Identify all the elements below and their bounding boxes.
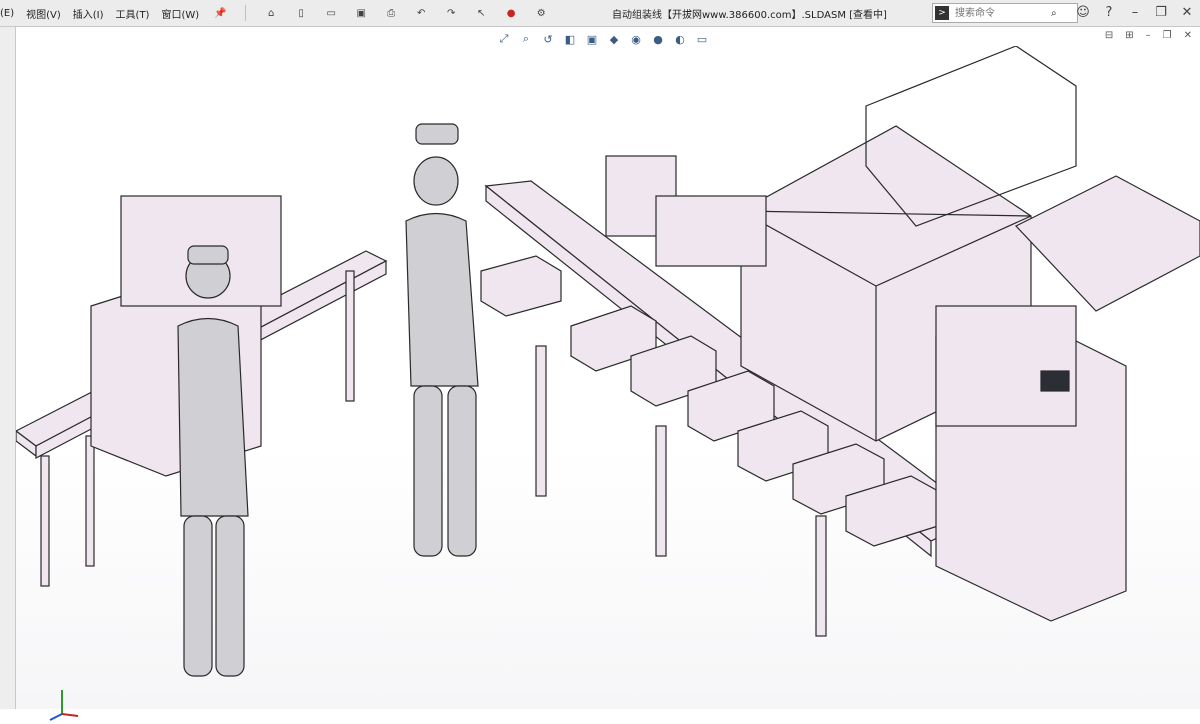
toolbar-separator — [245, 5, 247, 21]
save-icon[interactable]: ▣ — [352, 4, 370, 22]
right-labeler — [935, 305, 1077, 427]
search-icon[interactable]: ⌕ — [1051, 8, 1057, 19]
control-screen — [1040, 370, 1070, 392]
pin-icon[interactable]: 📌 — [211, 4, 229, 22]
home-icon[interactable]: ⌂ — [262, 4, 280, 22]
doc-close-icon[interactable]: ✕ — [1184, 30, 1192, 41]
graphics-area[interactable] — [14, 45, 1200, 721]
axis-triad — [49, 690, 79, 721]
traffic-light-icon[interactable]: ● — [502, 4, 520, 22]
minimize-icon[interactable]: – — [1126, 3, 1144, 21]
assembly-model — [14, 45, 1200, 677]
select-icon[interactable]: ↖ — [472, 4, 490, 22]
user-icon[interactable]: ☺ — [1074, 3, 1092, 21]
roller-leg — [655, 425, 667, 557]
back-roller-conveyor — [1015, 175, 1200, 312]
window-title: 自动组装线【开拔网www.386600.com】.SLDASM [查看中] — [612, 10, 887, 21]
command-prompt-icon: > — [935, 6, 949, 20]
conveyor-leg — [40, 455, 50, 587]
actuator-box — [655, 195, 767, 267]
print-icon[interactable]: ⎙ — [382, 4, 400, 22]
menu-edit[interactable]: (E) — [0, 8, 14, 19]
box — [480, 255, 562, 317]
menu-bar: (E) 视图(V) 插入(I) 工具(T) 窗口(W) 📌 ⌂ ▯ ▭ ▣ ⎙ … — [0, 0, 1200, 27]
worker-back — [405, 123, 479, 557]
doc-minimize-icon[interactable]: – — [1146, 30, 1151, 41]
feature-manager-collapsed[interactable] — [0, 27, 16, 709]
help-icon[interactable]: ? — [1100, 3, 1118, 21]
menu-insert[interactable]: 插入(I) — [73, 6, 104, 21]
search-input[interactable] — [953, 6, 1051, 20]
menu-view[interactable]: 视图(V) — [26, 6, 61, 21]
conveyor-leg — [345, 270, 355, 402]
menu-tools[interactable]: 工具(T) — [116, 6, 150, 21]
redo-icon[interactable]: ↷ — [442, 4, 460, 22]
restore-window-icon[interactable]: ❐ — [1152, 3, 1170, 21]
document-window-controls: ⊟ ⊞ – ❐ ✕ — [1105, 30, 1192, 41]
open-icon[interactable]: ▭ — [322, 4, 340, 22]
gear-icon[interactable]: ⚙ — [532, 4, 550, 22]
roller-leg — [535, 345, 547, 497]
window-controls: ☺ ? – ❐ ✕ — [1074, 3, 1196, 21]
close-icon[interactable]: ✕ — [1178, 3, 1196, 21]
conveyor-leg — [85, 435, 95, 567]
roller-leg — [815, 515, 827, 637]
search-box[interactable]: > ⌕ — [932, 3, 1078, 23]
menu-window[interactable]: 窗口(W) — [161, 6, 199, 21]
undo-icon[interactable]: ↶ — [412, 4, 430, 22]
main-menu: (E) 视图(V) 插入(I) 工具(T) 窗口(W) 📌 ⌂ ▯ ▭ ▣ ⎙ … — [0, 4, 550, 22]
new-file-icon[interactable]: ▯ — [292, 4, 310, 22]
doc-tile-icon[interactable]: ⊟ — [1105, 30, 1113, 41]
doc-restore-icon[interactable]: ❐ — [1163, 30, 1172, 41]
doc-expand-icon[interactable]: ⊞ — [1125, 30, 1133, 41]
